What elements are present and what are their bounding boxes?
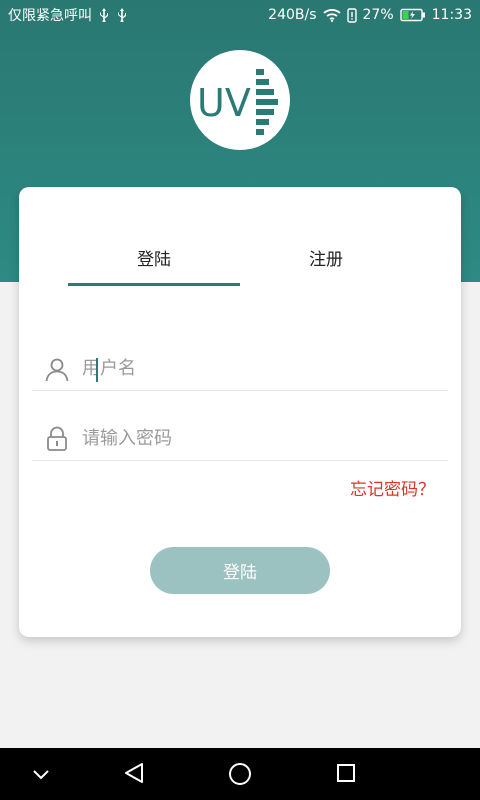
status-right: 240B/s 27% 11:33	[268, 7, 472, 23]
logo-text: UV	[197, 81, 251, 125]
login-card: 登陆 注册 忘记密码？ 登陆	[19, 187, 461, 637]
battery-percent: 27%	[362, 7, 394, 23]
active-tab-indicator	[68, 283, 240, 286]
wifi-icon	[322, 8, 341, 22]
login-button[interactable]: 登陆	[150, 547, 330, 594]
app-logo: UV	[190, 50, 290, 150]
username-field[interactable]	[32, 347, 448, 391]
user-icon	[32, 356, 82, 382]
alert-icon	[346, 7, 357, 23]
clock: 11:33	[431, 7, 472, 23]
battery-charging-icon	[399, 8, 426, 22]
recents-icon[interactable]	[335, 762, 357, 784]
usb-icon	[98, 8, 110, 22]
home-icon[interactable]	[227, 761, 253, 787]
navigation-bar	[0, 748, 480, 800]
lock-icon	[32, 426, 82, 452]
password-input[interactable]	[82, 428, 402, 449]
status-bar: 仅限紧急呼叫 240B/s 27% 11:33	[0, 0, 480, 30]
chevron-down-icon[interactable]	[30, 764, 52, 786]
tab-register[interactable]: 注册	[309, 245, 343, 270]
usb-icon	[116, 8, 128, 22]
back-icon[interactable]	[122, 761, 146, 785]
carrier-text: 仅限紧急呼叫	[8, 8, 92, 24]
status-left: 仅限紧急呼叫	[8, 5, 128, 25]
text-cursor	[96, 358, 98, 382]
network-speed: 240B/s	[268, 7, 317, 23]
forgot-password-link[interactable]: 忘记密码？	[350, 475, 435, 500]
tab-login[interactable]: 登陆	[137, 245, 171, 270]
username-input[interactable]	[82, 358, 402, 379]
password-field[interactable]	[32, 417, 448, 461]
